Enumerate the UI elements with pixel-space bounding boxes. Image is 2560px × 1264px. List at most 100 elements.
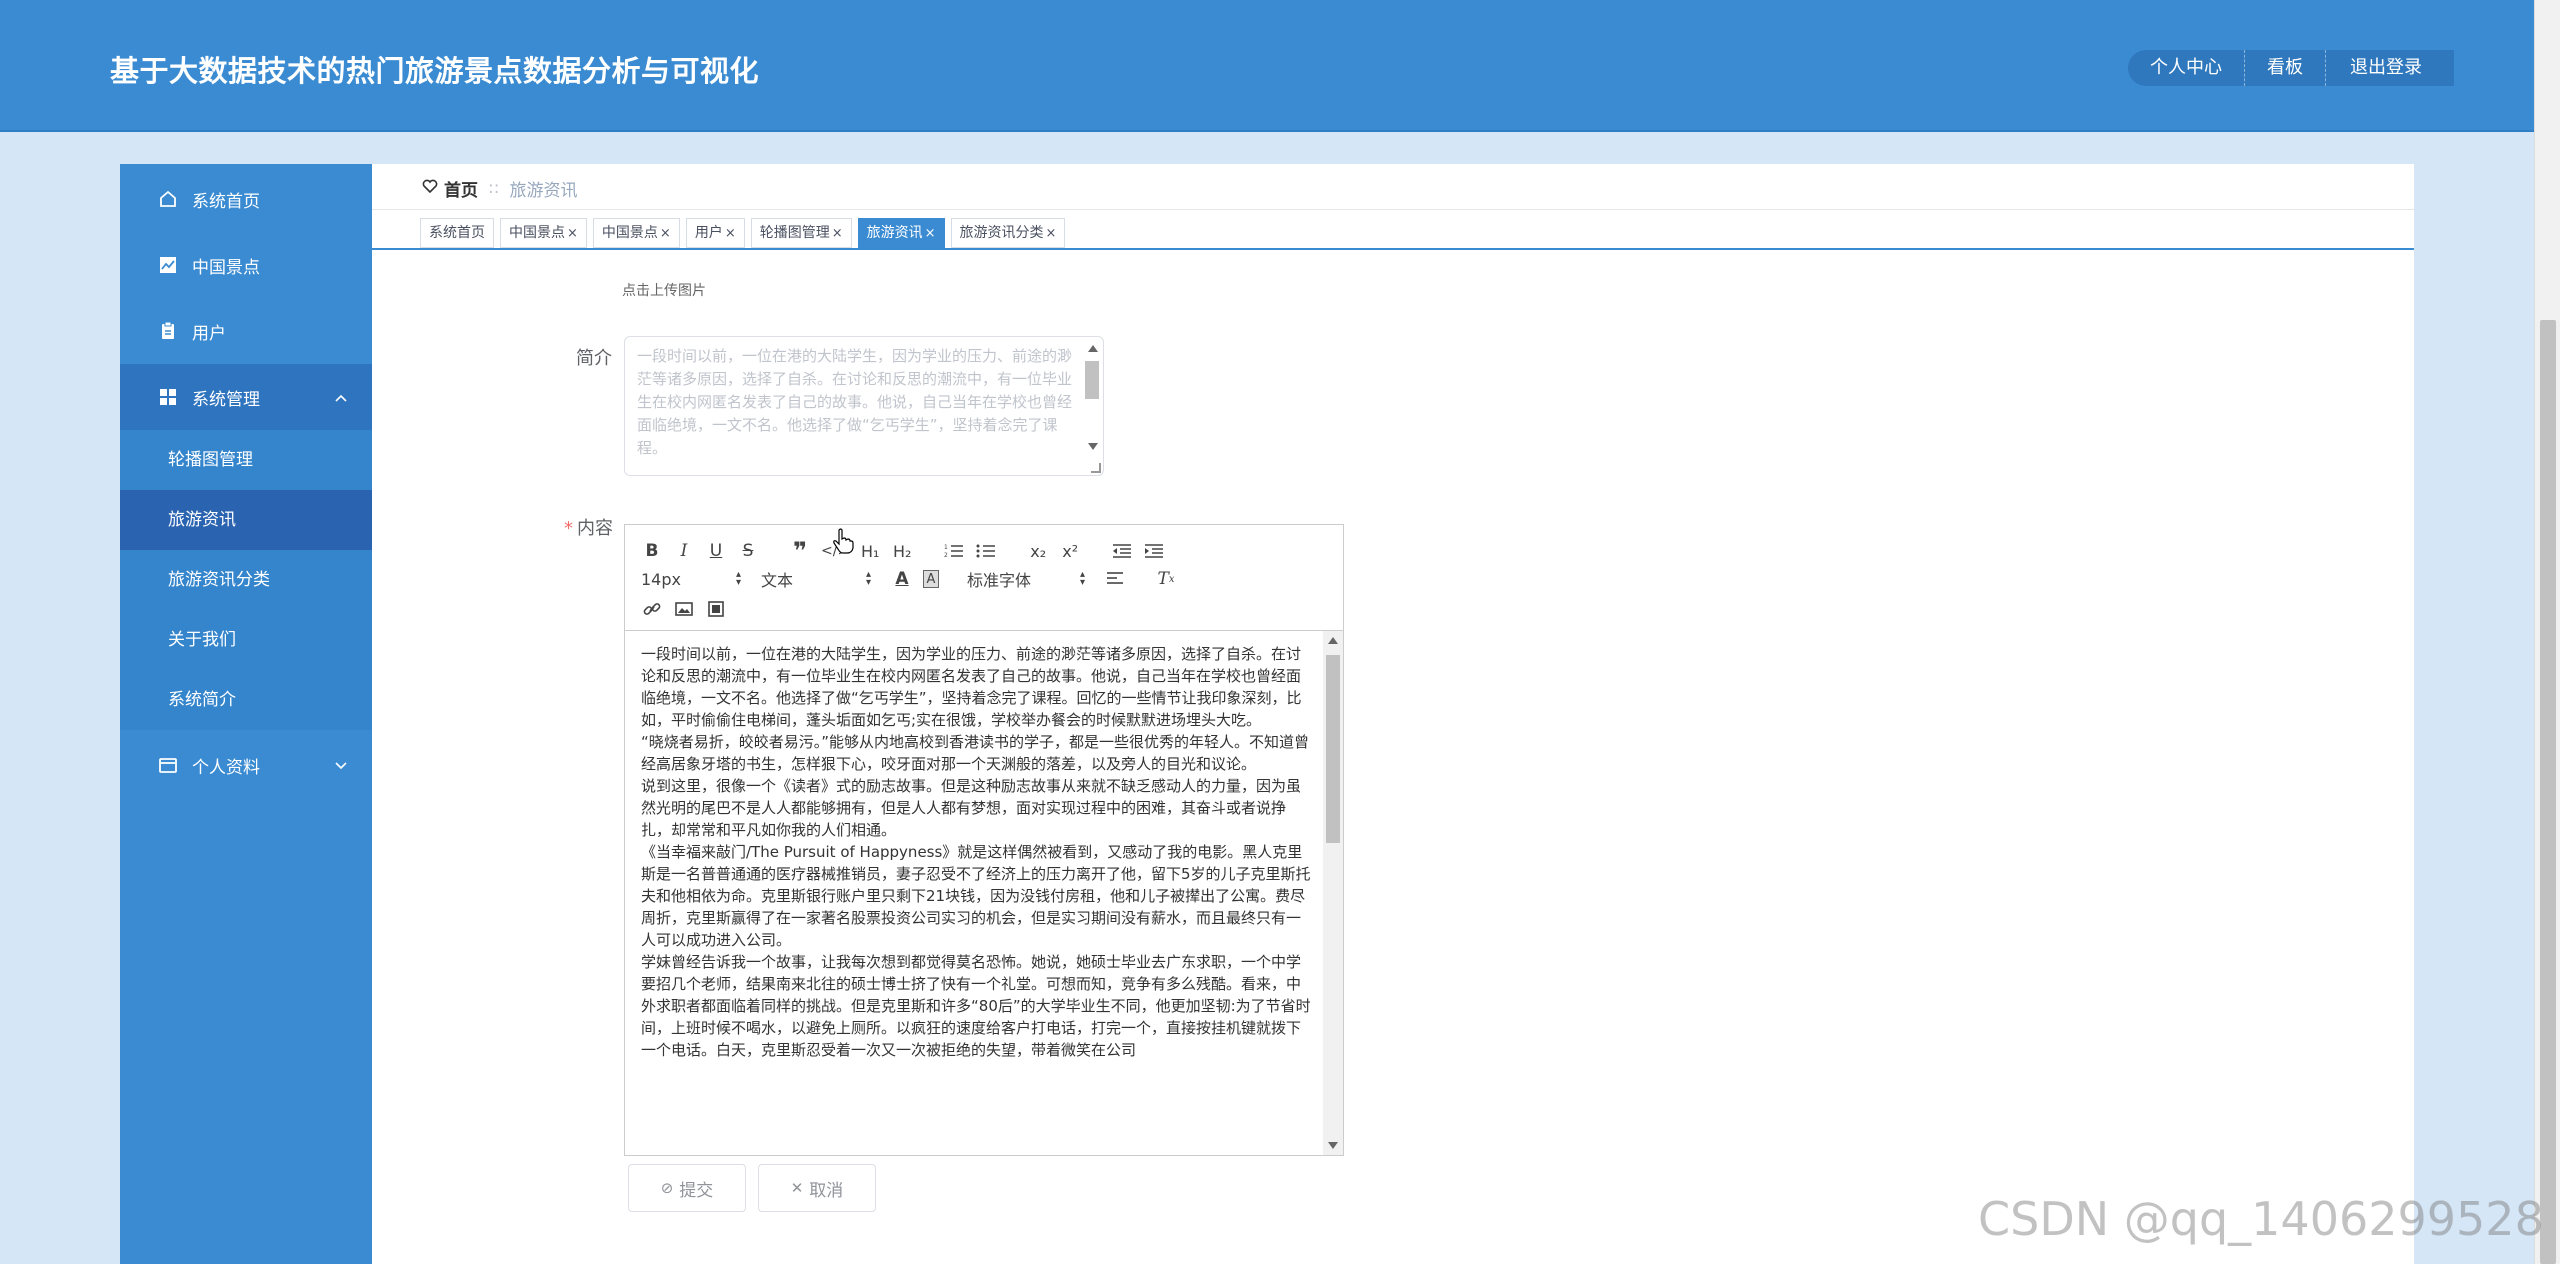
breadcrumb: 首页 :: 旅游资讯 [422, 176, 578, 201]
close-icon[interactable]: × [1046, 226, 1057, 241]
outdent-icon[interactable] [1111, 538, 1133, 564]
background-color-icon[interactable]: A [923, 570, 939, 588]
sidebar-subitem-carousel[interactable]: 轮播图管理 [120, 430, 372, 490]
sidebar-item-label: 个人资料 [192, 757, 260, 778]
app-title: 基于大数据技术的热门旅游景点数据分析与可视化 [110, 54, 760, 88]
top-nav: 个人中心 看板 退出登录 [2128, 50, 2454, 86]
content-paragraph: 说到这里，很像一个《读者》式的励志故事。但是这种励志故事从来就不缺乏感动人的力量… [641, 777, 1302, 839]
sidebar-item-scenic[interactable]: 中国景点 [120, 232, 372, 298]
close-icon[interactable]: × [567, 226, 578, 241]
breadcrumb-separator: :: [488, 178, 500, 198]
textarea-scrollbar[interactable] [1083, 343, 1101, 471]
subscript-button[interactable]: x₂ [1027, 538, 1049, 564]
tab-users[interactable]: 用户 × [685, 218, 745, 248]
tab-label: 系统首页 [429, 225, 485, 241]
sidebar-item-users[interactable]: 用户 [120, 298, 372, 364]
tab-carousel[interactable]: 轮播图管理 × [750, 218, 852, 248]
header-value: 文本 [761, 571, 794, 590]
tab-label: 用户 [694, 225, 723, 241]
content-paragraph: 学妹曾经告诉我一个故事，让我每次想到都觉得莫名恐怖。她说，她硕士毕业去广东求职，… [641, 953, 1311, 1059]
chevron-down-icon [334, 756, 348, 776]
ordered-list-icon[interactable]: 12 [943, 538, 965, 564]
rich-text-editor: B I U S ❞ </> H₁ H₂ 12 x₂ x² 14px ▴ ▾ 文本… [624, 524, 1344, 1156]
tab-label: 轮播图管理 [759, 225, 830, 241]
top-header: 基于大数据技术的热门旅游景点数据分析与可视化 个人中心 看板 退出登录 [0, 0, 2534, 132]
clear-format-icon[interactable]: Tx [1155, 566, 1177, 592]
close-icon[interactable]: × [725, 226, 736, 241]
picker-caret-icon: ▴ ▾ [735, 569, 741, 588]
clipboard-icon [158, 321, 178, 341]
image-icon[interactable] [673, 596, 695, 622]
superscript-button[interactable]: x² [1059, 538, 1081, 564]
nav-dashboard[interactable]: 看板 [2245, 50, 2326, 86]
font-color-icon[interactable]: A [891, 566, 913, 592]
sidebar-subitem-about[interactable]: 关于我们 [120, 610, 372, 670]
strike-button[interactable]: S [737, 538, 759, 564]
tab-news-category[interactable]: 旅游资讯分类 × [950, 218, 1066, 248]
required-mark: * [564, 518, 573, 539]
close-icon[interactable]: × [925, 226, 936, 241]
link-icon[interactable] [641, 596, 663, 622]
cancel-button[interactable]: ✕ 取消 [758, 1164, 876, 1212]
tags-view: 系统首页 中国景点 × 中国景点 × 用户 × 轮播图管理 × 旅游资讯 × 旅游资讯分类… [420, 218, 1071, 248]
intro-textarea[interactable]: 一段时间以前，一位在港的大陆学生，因为学业的压力、前途的渺茫等诸多原因，选择了自… [624, 336, 1104, 476]
tab-scenic[interactable]: 中国景点 × [592, 218, 680, 248]
watermark: CSDN @qq_1406299528 [1978, 1192, 2544, 1246]
font-size-picker[interactable]: 14px ▴ ▾ [641, 566, 741, 592]
close-icon: ✕ [790, 1179, 804, 1197]
submit-button[interactable]: ⊘ 提交 [628, 1164, 746, 1212]
sidebar-item-home[interactable]: 系统首页 [120, 166, 372, 232]
hand-cursor-icon [832, 528, 854, 558]
italic-button[interactable]: I [673, 538, 695, 564]
intro-text: 一段时间以前，一位在港的大陆学生，因为学业的压力、前途的渺茫等诸多原因，选择了自… [637, 347, 1073, 457]
sidebar-item-label: 系统首页 [192, 191, 260, 212]
content-paragraph: 《当幸福来敲门/The Pursuit of Happyness》就是这样偶然被… [641, 843, 1311, 949]
align-icon[interactable] [1105, 566, 1127, 592]
header2-button[interactable]: H₂ [891, 538, 913, 564]
picker-caret-icon: ▴ ▾ [865, 569, 871, 588]
indent-icon[interactable] [1143, 538, 1165, 564]
intro-label: 简介 [576, 348, 612, 369]
bullet-list-icon[interactable] [975, 538, 997, 564]
breadcrumb-home[interactable]: 首页 [444, 176, 478, 201]
header-picker[interactable]: 文本 ▴ ▾ [761, 566, 871, 592]
underline-button[interactable]: U [705, 538, 727, 564]
picker-caret-icon: ▴ ▾ [1079, 569, 1085, 588]
close-icon[interactable]: × [660, 226, 671, 241]
heart-icon [422, 178, 438, 198]
breadcrumb-current: 旅游资讯 [509, 180, 578, 201]
font-family-picker[interactable]: 标准字体 ▴ ▾ [967, 566, 1085, 592]
editor-scrollbar[interactable] [1323, 631, 1343, 1155]
close-icon[interactable]: × [832, 226, 843, 241]
sidebar-item-profile[interactable]: 个人资料 [120, 732, 372, 798]
sidebar-subitem-news-category[interactable]: 旅游资讯分类 [120, 550, 372, 610]
video-icon[interactable] [705, 596, 727, 622]
tab-label: 旅游资讯 [866, 225, 923, 241]
sidebar-subitem-system-intro[interactable]: 系统简介 [120, 670, 372, 730]
chevron-up-icon [334, 388, 348, 408]
page-scrollbar[interactable] [2534, 0, 2560, 1264]
tab-travel-news[interactable]: 旅游资讯 × [857, 218, 945, 248]
home-icon [158, 189, 178, 209]
tab-scenic[interactable]: 中国景点 × [500, 218, 587, 248]
chart-icon [158, 255, 178, 275]
nav-logout[interactable]: 退出登录 [2326, 50, 2454, 86]
svg-text:1: 1 [944, 544, 948, 551]
svg-text:2: 2 [944, 552, 948, 559]
card-icon [158, 755, 178, 775]
header1-button[interactable]: H₁ [859, 538, 881, 564]
blockquote-icon[interactable]: ❞ [789, 537, 811, 565]
sidebar-item-label: 系统管理 [192, 389, 260, 410]
sidebar-item-system[interactable]: 系统管理 [120, 364, 372, 430]
tab-label: 中国景点 [509, 225, 565, 241]
upload-tip[interactable]: 点击上传图片 [622, 280, 706, 300]
tab-home[interactable]: 系统首页 [420, 218, 494, 248]
resize-handle[interactable] [1091, 463, 1101, 473]
tab-label: 旅游资讯分类 [959, 225, 1044, 241]
bold-button[interactable]: B [641, 538, 663, 564]
tab-label: 中国景点 [601, 225, 658, 241]
editor-content[interactable]: 一段时间以前，一位在港的大陆学生，因为学业的压力、前途的渺茫等诸多原因，选择了自… [625, 631, 1343, 1155]
nav-personal-center[interactable]: 个人中心 [2128, 50, 2245, 86]
content-paragraph: “晓烧者易折，皎皎者易污。”能够从内地高校到香港读书的学子，都是一些很优秀的年轻… [641, 733, 1310, 773]
sidebar-subitem-travel-news[interactable]: 旅游资讯 [120, 490, 372, 550]
